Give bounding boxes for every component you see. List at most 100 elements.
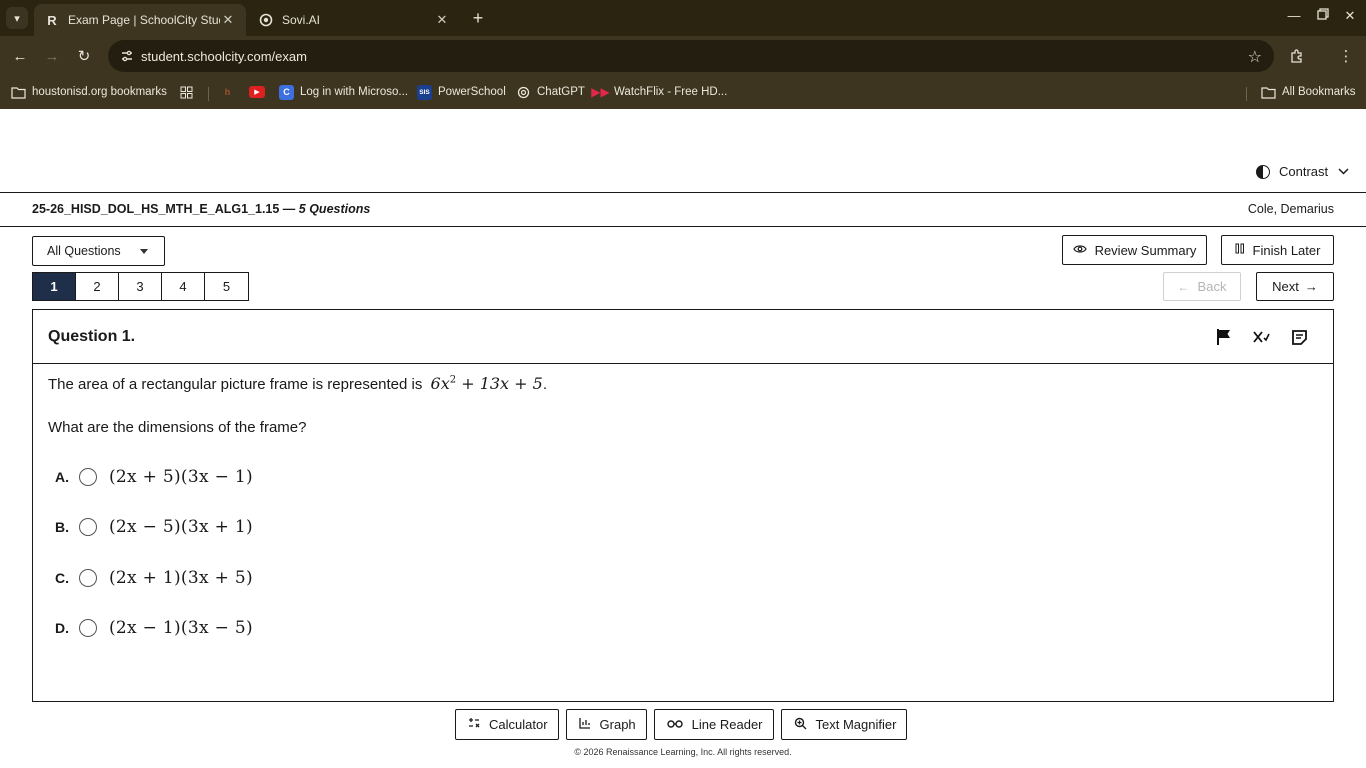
question-title: Question 1.	[48, 328, 136, 345]
close-window-icon[interactable]: ✕	[1340, 8, 1360, 24]
folder-icon	[11, 85, 26, 100]
bookmark-label: ChatGPT	[537, 86, 585, 98]
choice-letter: B.	[55, 519, 69, 535]
line-reader-label: Line Reader	[691, 717, 763, 732]
forward-arrow-icon[interactable]: →	[42, 46, 62, 66]
choice-radio[interactable]	[79, 569, 97, 587]
back-arrow-icon[interactable]: ←	[10, 46, 30, 66]
sovi-icon	[258, 12, 274, 28]
all-bookmarks[interactable]: All Bookmarks	[1261, 82, 1356, 102]
new-tab-icon[interactable]: +	[468, 8, 488, 28]
question-number-3[interactable]: 3	[119, 273, 162, 300]
exam-title: 25-26_HISD_DOL_HS_MTH_E_ALG1_1.15 — 5 Qu…	[32, 202, 370, 216]
address-bar[interactable]: student.schoolcity.com/exam ☆	[108, 40, 1274, 72]
minimize-icon[interactable]: —	[1284, 8, 1304, 23]
choice-letter: A.	[55, 469, 69, 485]
choice-radio[interactable]	[79, 619, 97, 637]
student-name: Cole, Demarius	[1247, 202, 1334, 216]
choice-radio[interactable]	[79, 518, 97, 536]
question-prompt: What are the dimensions of the frame?	[48, 419, 307, 436]
question-filter-value: All Questions	[47, 244, 121, 258]
bookmark-h[interactable]: h	[220, 82, 241, 102]
question-header: Question 1.	[33, 310, 1333, 364]
stem-end: .	[542, 376, 547, 393]
contrast-toggle[interactable]: Contrast	[1256, 164, 1349, 179]
bookmark-youtube[interactable]: ▶	[249, 82, 271, 102]
apps-grid-icon	[179, 85, 194, 100]
notepad-icon[interactable]	[1289, 327, 1309, 347]
tab-exam-page[interactable]: R Exam Page | SchoolCity Student ✕	[34, 4, 246, 36]
bookmark-apps[interactable]	[179, 82, 200, 102]
stem-math-tail: + 13x + 5	[456, 374, 543, 393]
line-reader-button[interactable]: Line Reader	[653, 709, 774, 740]
bookmark-label: PowerSchool	[438, 86, 506, 98]
answer-choice-c[interactable]: C. (2x + 1)(3x + 5)	[55, 566, 253, 590]
graph-button[interactable]: Graph	[565, 709, 647, 740]
arrow-left-icon: ←	[1177, 279, 1190, 294]
close-tab-icon[interactable]: ✕	[220, 12, 236, 28]
flag-icon[interactable]	[1214, 327, 1234, 347]
bookmark-powerschool[interactable]: SIS PowerSchool	[417, 82, 506, 102]
bookmark-chatgpt[interactable]: ChatGPT	[516, 82, 585, 102]
text-magnifier-button[interactable]: Text Magnifier	[780, 709, 908, 740]
bookmark-watchflix[interactable]: ▶▶ WatchFlix - Free HD...	[591, 82, 728, 102]
bookmark-houstonisd[interactable]: houstonisd.org bookmarks	[11, 82, 167, 102]
tab-title: Exam Page | SchoolCity Student	[68, 13, 220, 27]
site-info-icon[interactable]	[120, 49, 134, 63]
answer-choice-d[interactable]: D. (2x − 1)(3x − 5)	[55, 616, 253, 640]
close-tab-icon[interactable]: ✕	[434, 12, 450, 28]
stem-expression: 6x2 + 13x + 5	[431, 374, 543, 393]
chatgpt-icon	[516, 85, 531, 100]
browser-menu-icon[interactable]: ⋮	[1336, 46, 1356, 66]
question-number-5[interactable]: 5	[205, 273, 248, 300]
exam-name: 25-26_HISD_DOL_HS_MTH_E_ALG1_1.15 —	[32, 202, 299, 216]
bookmark-separator	[1246, 87, 1247, 101]
question-stem: The area of a rectangular picture frame …	[48, 374, 547, 393]
bookmark-star-icon[interactable]: ☆	[1248, 47, 1262, 67]
question-navigator: 1 2 3 4 5	[32, 272, 249, 301]
restore-icon[interactable]	[1313, 8, 1333, 23]
watchflix-icon: ▶▶	[591, 85, 610, 99]
finish-later-button[interactable]: Finish Later	[1221, 235, 1334, 265]
tab-search-icon[interactable]: ▾	[6, 7, 28, 29]
reload-icon[interactable]: ↻	[74, 46, 94, 66]
back-label: Back	[1197, 279, 1227, 294]
graph-label: Graph	[599, 717, 636, 732]
back-button[interactable]: ← Back	[1163, 272, 1241, 301]
stem-text: The area of a rectangular picture frame …	[48, 376, 423, 393]
browser-toolbar: ← → ↻ student.schoolcity.com/exam ☆ ⋮	[0, 36, 1366, 76]
next-button[interactable]: Next →	[1256, 272, 1334, 301]
question-number-2[interactable]: 2	[76, 273, 119, 300]
choice-expression: (2x − 5)(3x + 1)	[109, 517, 253, 537]
bookmarks-bar: houstonisd.org bookmarks h ▶ C Log in wi…	[0, 76, 1366, 109]
copyright-footer: © 2026 Renaissance Learning, Inc. All ri…	[574, 747, 792, 757]
answer-choice-a[interactable]: A. (2x + 5)(3x − 1)	[55, 465, 253, 489]
choice-letter: C.	[55, 570, 69, 586]
choice-expression: (2x − 1)(3x − 5)	[109, 618, 253, 638]
all-bookmarks-label: All Bookmarks	[1282, 86, 1356, 98]
calculator-button[interactable]: Calculator	[455, 709, 559, 740]
youtube-icon: ▶	[249, 86, 265, 98]
exam-header: 25-26_HISD_DOL_HS_MTH_E_ALG1_1.15 — 5 Qu…	[0, 192, 1366, 227]
answer-choice-b[interactable]: B. (2x − 5)(3x + 1)	[55, 515, 253, 539]
graph-icon	[578, 717, 591, 732]
exam-page: Contrast 25-26_HISD_DOL_HS_MTH_E_ALG1_1.…	[0, 109, 1366, 768]
question-number-1[interactable]: 1	[33, 273, 76, 300]
choice-radio[interactable]	[79, 468, 97, 486]
bookmark-label: Log in with Microso...	[300, 86, 409, 98]
bookmark-microsoft-login[interactable]: C Log in with Microso...	[279, 82, 408, 102]
tools-bar: Calculator Graph Line Reader Text Magnif…	[455, 709, 914, 740]
stem-math-coef: 6x	[430, 374, 450, 393]
bookmark-label: WatchFlix - Free HD...	[614, 86, 728, 98]
question-panel: Question 1. The area of a rectangular pi…	[32, 309, 1334, 702]
calculator-label: Calculator	[489, 717, 548, 732]
calculator-icon	[468, 717, 480, 732]
review-summary-button[interactable]: Review Summary	[1062, 235, 1207, 265]
extensions-icon[interactable]	[1287, 46, 1307, 66]
clever-icon: C	[279, 84, 294, 100]
next-label: Next	[1272, 279, 1299, 294]
question-number-4[interactable]: 4	[162, 273, 205, 300]
answer-eliminator-icon[interactable]	[1251, 327, 1271, 347]
tab-sovi-ai[interactable]: Sovi.AI ✕	[248, 4, 460, 36]
question-filter-select[interactable]: All Questions	[32, 236, 165, 266]
